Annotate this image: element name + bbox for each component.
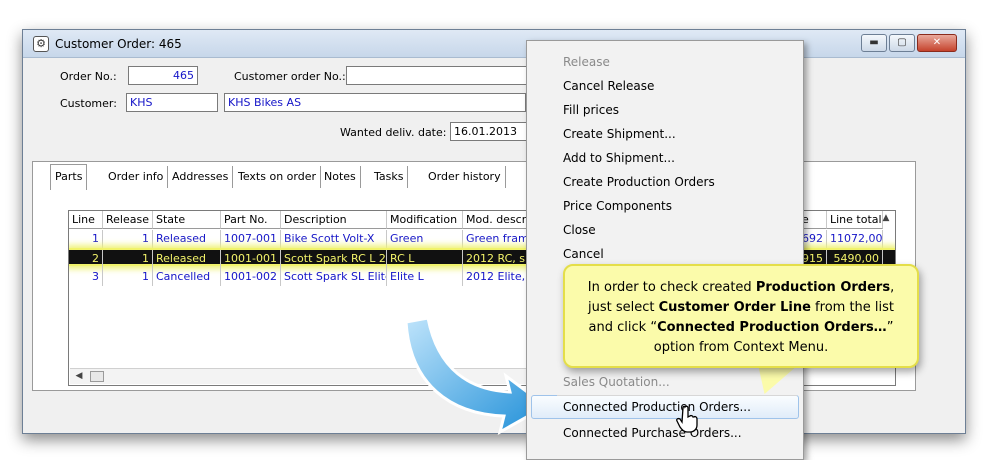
line-cell: 1 (69, 230, 103, 248)
column-header[interactable]: Line total (827, 211, 883, 229)
tab-addresses[interactable]: Addresses (168, 166, 234, 188)
modification-cell: Green (387, 230, 463, 248)
column-header[interactable]: Part No. (221, 211, 281, 229)
menu-item-connected-purchase-orders[interactable]: Connected Purchase Orders... (563, 422, 742, 444)
release-cell: 1 (103, 250, 153, 268)
scroll-up-arrow-icon[interactable]: ▲ (879, 213, 893, 227)
order-no-label: Order No.: (60, 70, 117, 83)
menu-item-create-shipment[interactable]: Create Shipment... (563, 123, 676, 145)
wanted-deliv-date-label: Wanted deliv. date: (340, 126, 447, 139)
menu-item-connected-production-orders[interactable]: Connected Production Orders... (563, 396, 751, 418)
scrollbar-thumb[interactable] (90, 371, 104, 382)
tab-notes[interactable]: Notes (320, 166, 361, 188)
column-header[interactable]: Line (69, 211, 103, 229)
customer-code-field[interactable]: KHS (126, 93, 218, 112)
order-no-field[interactable]: 465 (128, 66, 198, 85)
tab-order-info[interactable]: Order info (104, 166, 169, 188)
column-header[interactable]: Mod. descri (463, 211, 529, 229)
customer-order-no-field[interactable] (346, 66, 528, 85)
customer-order-no-label: Customer order No.: (234, 70, 346, 83)
tab-texts-on-order[interactable]: Texts on order (234, 166, 322, 188)
part-no-cell: 1007-001 (221, 230, 281, 248)
mod-description-cell: Green frame (463, 230, 529, 248)
state-cell: Released (153, 230, 221, 248)
modification-cell: Elite L (387, 268, 463, 286)
close-button[interactable]: ✕ (917, 34, 957, 52)
instruction-callout: In order to check created Production Ord… (563, 264, 919, 368)
line-total-cell: 11072,00 (827, 230, 883, 248)
scroll-left-arrow-icon[interactable]: ◀ (72, 370, 86, 383)
state-cell: Cancelled (153, 268, 221, 286)
tab-tasks[interactable]: Tasks (370, 166, 409, 188)
menu-item-cancel-release[interactable]: Cancel Release (563, 75, 654, 97)
callout-line-3: and click “Connected Production Orders…” (588, 320, 894, 335)
mod-description-cell: 2012 Elite, s (463, 268, 529, 286)
menu-item-release[interactable]: Release (563, 51, 610, 73)
menu-item-sales-quotation[interactable]: Sales Quotation... (563, 371, 670, 393)
hand-cursor-icon (676, 405, 698, 433)
release-cell: 1 (103, 268, 153, 286)
callout-line-1: In order to check created Production Ord… (587, 280, 895, 295)
callout-line-4: option from Context Menu. (653, 340, 829, 355)
title-bar[interactable]: ⚙ Customer Order: 465 ▬ ▢ ✕ (23, 30, 965, 58)
app-gear-icon: ⚙ (33, 36, 49, 52)
menu-item-price-components[interactable]: Price Components (563, 195, 672, 217)
line-cell: 3 (69, 268, 103, 286)
description-cell: Bike Scott Volt-X (281, 230, 387, 248)
state-cell: Released (153, 250, 221, 268)
part-no-cell: 1001-001 (221, 250, 281, 268)
wanted-deliv-date-field[interactable]: 16.01.2013 (450, 122, 528, 141)
window-title: Customer Order: 465 (55, 37, 182, 51)
horizontal-scrollbar[interactable]: ◀ (70, 368, 600, 384)
menu-item-add-to-shipment[interactable]: Add to Shipment... (563, 147, 675, 169)
release-cell: 1 (103, 230, 153, 248)
menu-item-create-production-orders[interactable]: Create Production Orders (563, 171, 715, 193)
maximize-button[interactable]: ▢ (889, 34, 915, 52)
callout-line-2: just select Customer Order Line from the… (587, 300, 894, 315)
menu-item-fill-prices[interactable]: Fill prices (563, 99, 619, 121)
customer-label: Customer: (60, 97, 117, 110)
customer-name-field[interactable]: KHS Bikes AS (224, 93, 526, 112)
tab-order-history[interactable]: Order history (424, 166, 506, 188)
context-menu[interactable]: Release Cancel Release Fill prices Creat… (526, 40, 804, 460)
description-cell: Scott Spark RC L 2( (281, 250, 387, 268)
line-cell: 2 (69, 250, 103, 268)
description-cell: Scott Spark SL Elite (281, 268, 387, 286)
menu-item-cancel[interactable]: Cancel (563, 243, 604, 265)
tab-parts[interactable]: Parts (50, 164, 88, 190)
column-header[interactable]: Description (281, 211, 387, 229)
part-no-cell: 1001-002 (221, 268, 281, 286)
menu-item-close[interactable]: Close (563, 219, 596, 241)
modification-cell: RC L (387, 250, 463, 268)
column-header[interactable]: Release (103, 211, 153, 229)
mod-description-cell: 2012 RC, s (463, 250, 529, 268)
minimize-button[interactable]: ▬ (861, 34, 887, 52)
column-header[interactable]: Modification (387, 211, 463, 229)
column-header[interactable]: State (153, 211, 221, 229)
